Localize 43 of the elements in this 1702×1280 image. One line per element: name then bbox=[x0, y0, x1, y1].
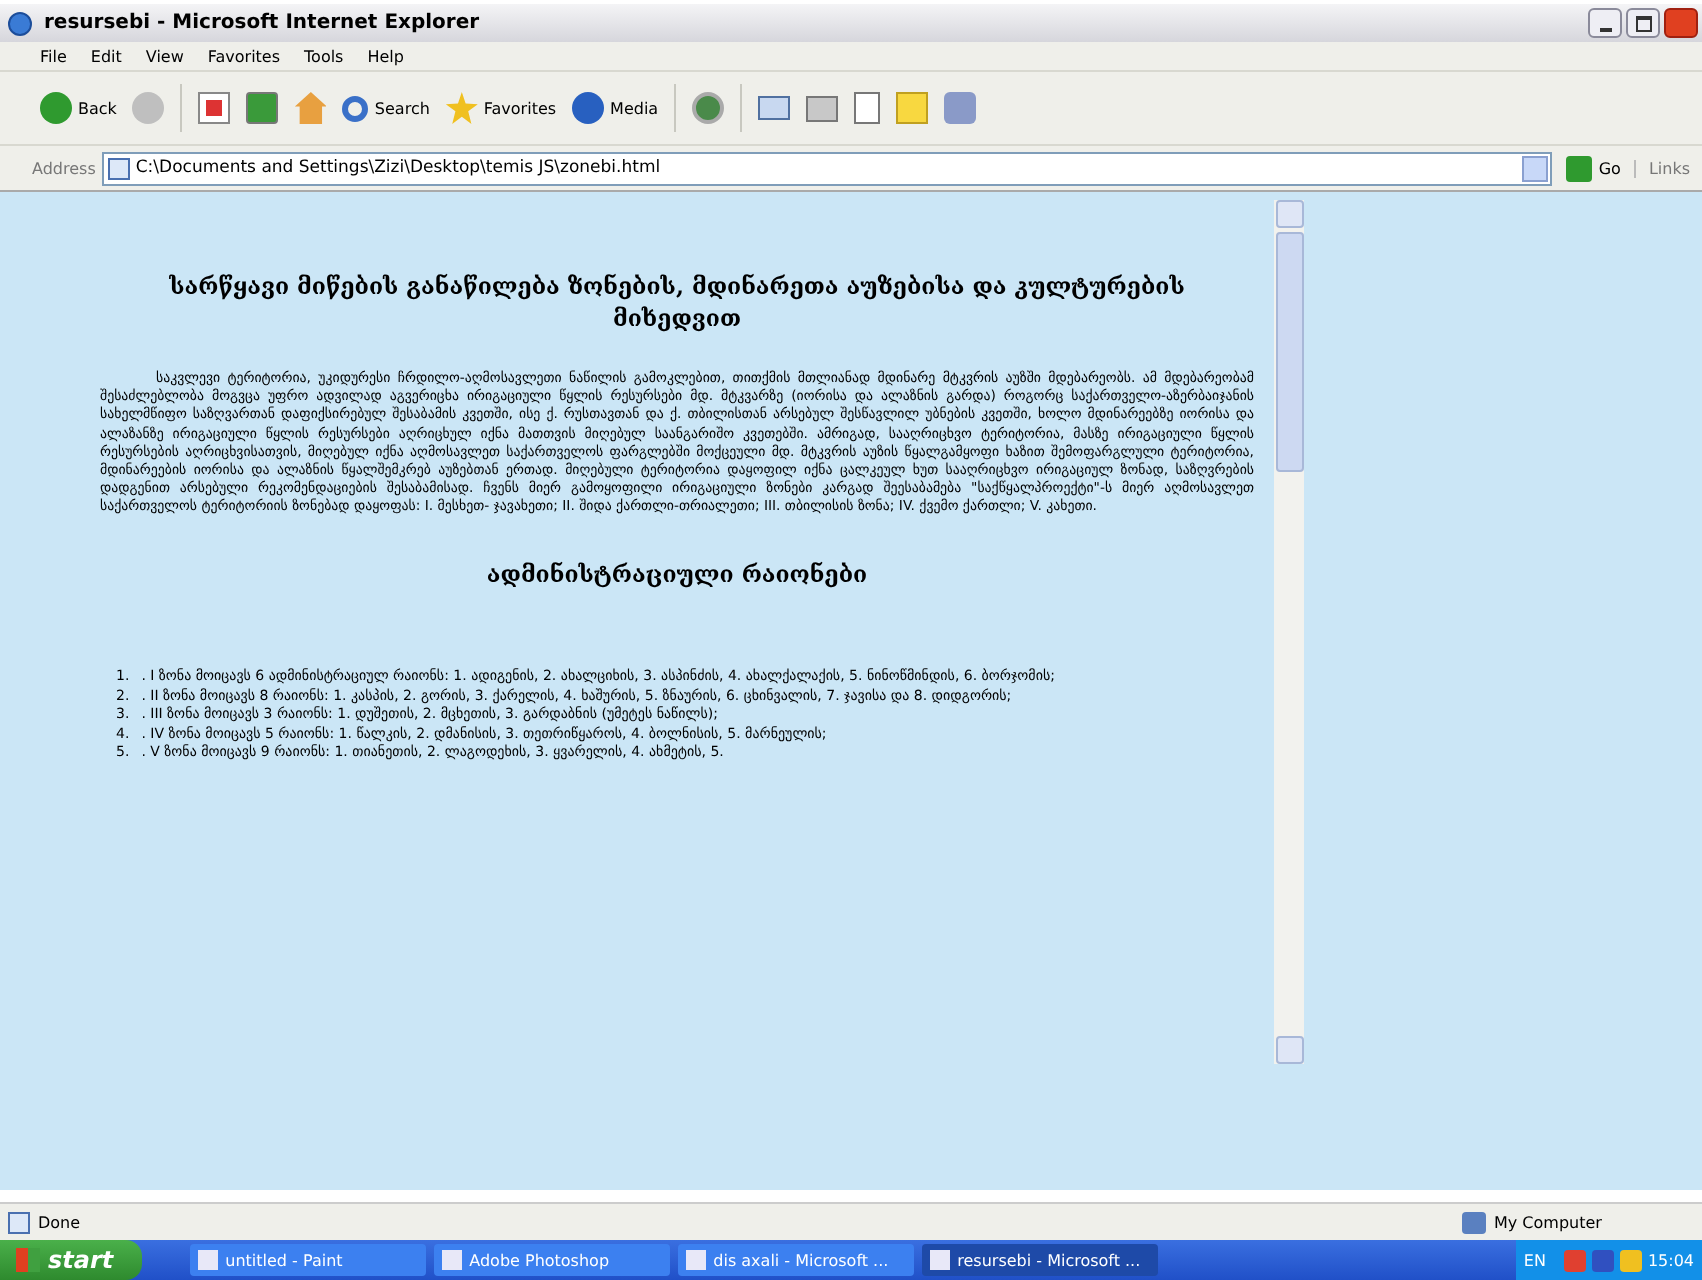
menu-item[interactable]: View bbox=[133, 47, 196, 65]
people-button[interactable] bbox=[940, 88, 981, 128]
start-button[interactable]: start bbox=[0, 1240, 142, 1280]
status-text: Done bbox=[38, 1213, 81, 1231]
menu-item[interactable]: Edit bbox=[78, 47, 134, 65]
menu-item[interactable]: File bbox=[28, 47, 79, 65]
clock: 15:04 bbox=[1647, 1251, 1694, 1269]
globe-button[interactable]: Media bbox=[568, 88, 663, 128]
back-button[interactable]: Back bbox=[36, 88, 121, 128]
window-title: resursebi - Microsoft Internet Explorer bbox=[44, 12, 482, 34]
search-button[interactable]: Search bbox=[338, 91, 434, 125]
zone-text: My Computer bbox=[1494, 1213, 1604, 1231]
taskbar-button[interactable]: resursebi - Microsoft ... bbox=[921, 1244, 1158, 1276]
dropdown-icon[interactable] bbox=[1522, 155, 1549, 181]
restore-button[interactable] bbox=[1626, 8, 1660, 38]
go-button[interactable]: Go bbox=[1558, 155, 1629, 181]
menu-item[interactable]: Tools bbox=[292, 47, 356, 65]
scrollbar[interactable] bbox=[1274, 200, 1304, 1064]
note-button[interactable] bbox=[892, 88, 933, 128]
stop-button[interactable] bbox=[194, 88, 235, 128]
taskbar-button[interactable]: dis axali - Microsoft ... bbox=[677, 1244, 914, 1276]
tray-icon[interactable] bbox=[1619, 1249, 1642, 1271]
close-button[interactable] bbox=[1664, 8, 1698, 38]
taskbar-button[interactable]: untitled - Paint bbox=[189, 1244, 426, 1276]
page-icon bbox=[107, 157, 130, 179]
printer-button[interactable] bbox=[802, 91, 843, 125]
address-field[interactable]: C:\Documents and Settings\Zizi\Desktop\temis JS\zonebi.html bbox=[101, 151, 1553, 185]
section-heading: ადმინისტრაციული რაიონები bbox=[484, 560, 870, 589]
taskbar-button[interactable]: Adobe Photoshop bbox=[433, 1244, 670, 1276]
minimize-button[interactable] bbox=[1588, 8, 1622, 38]
menu-item[interactable]: Favorites bbox=[195, 47, 293, 65]
address-label: Address bbox=[32, 159, 96, 177]
browser-icon bbox=[8, 11, 32, 35]
tray-icon[interactable] bbox=[1591, 1249, 1614, 1271]
refresh-button[interactable] bbox=[242, 88, 283, 128]
computer-icon bbox=[1462, 1211, 1486, 1233]
star-button[interactable]: Favorites bbox=[441, 88, 561, 128]
document-button[interactable] bbox=[850, 88, 885, 128]
envelope-button[interactable] bbox=[754, 92, 795, 124]
menu-item[interactable]: Help bbox=[355, 47, 416, 65]
page-heading: სარწყავი მიწების განაწილება ზონების, მდინარეთა აუზებისა და კულტურების მიხედვით bbox=[167, 272, 1187, 335]
page-icon bbox=[8, 1211, 30, 1233]
links-button[interactable]: Links bbox=[1634, 159, 1690, 177]
